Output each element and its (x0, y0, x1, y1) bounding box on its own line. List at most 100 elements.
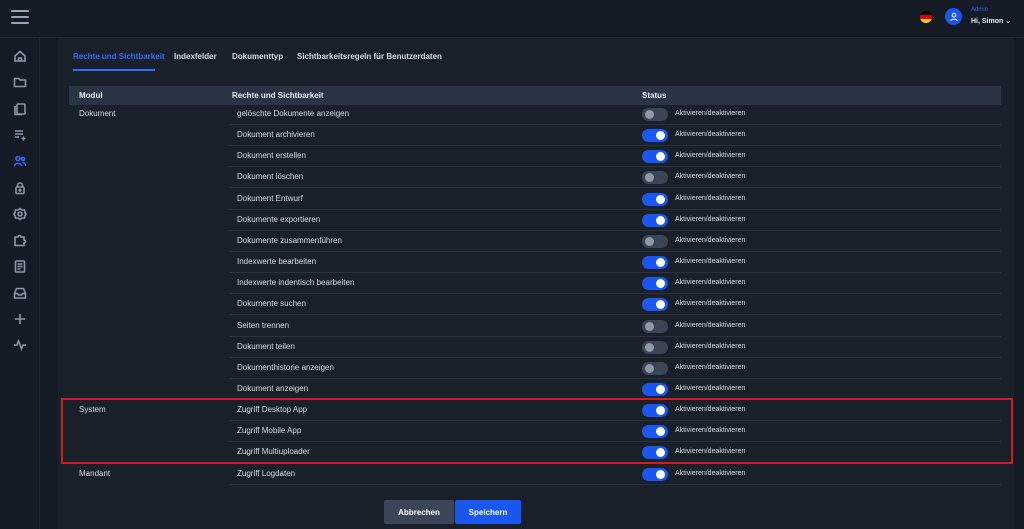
status-toggle[interactable] (642, 234, 668, 248)
table-row: Dokument Entwurf Aktivieren/deaktivieren (69, 189, 1001, 210)
table-row: Dokumenthistorie anzeigen Aktivieren/deak… (69, 358, 1001, 379)
right-cell: gelöschte Dokumente anzeigen (237, 109, 350, 118)
activity-icon[interactable] (12, 337, 28, 353)
right-cell: Dokumente zusammenführen (237, 235, 342, 245)
toggle-knob (656, 152, 665, 162)
toggle-label: Aktivieren/deaktivieren (675, 152, 746, 160)
status-toggle[interactable] (642, 213, 668, 227)
module-cell: Dokument (79, 109, 116, 118)
table-header: Modul Rechte und Sichtbarkeit Status (69, 86, 1001, 105)
header-module: Modul (79, 91, 103, 100)
tab-1[interactable]: Rechte und Sichtbarkeit (73, 52, 165, 61)
toggle-label: Aktivieren/deaktivieren (675, 469, 746, 477)
list-add-icon[interactable] (12, 127, 28, 143)
documents-icon[interactable] (12, 101, 28, 117)
right-cell: Dokumente exportieren (237, 214, 321, 224)
status-toggle[interactable] (642, 192, 668, 206)
right-cell: Dokument anzeigen (237, 383, 309, 393)
table-row: Dokument archivieren Aktivieren/deaktivie… (69, 125, 1001, 147)
chevron-down-icon: ⌄ (1005, 18, 1012, 25)
toggle-label: Aktivieren/deaktivieren (675, 131, 746, 139)
inbox-icon[interactable] (12, 285, 28, 301)
clipboard-icon[interactable] (12, 258, 28, 274)
module-cell: Mandant (79, 468, 111, 478)
toggle-knob (656, 131, 665, 141)
table-row: Mandant Zugriff Logdaten Aktivieren/deakti… (69, 464, 1001, 485)
save-button[interactable]: Speichern (455, 500, 521, 524)
table-row: Dokument erstellen Aktivieren/deaktiviere… (69, 146, 1001, 168)
toggle-knob (656, 194, 665, 204)
right-cell: Indexwerte bearbeiten (237, 257, 317, 267)
status-toggle[interactable] (642, 319, 668, 333)
right-cell: Dokumenthistorie anzeigen (237, 362, 334, 372)
table-row: Dokumente exportieren Aktivieren/deaktivi… (69, 210, 1001, 231)
status-toggle[interactable] (642, 256, 668, 270)
right-cell: Dokument erstellen (237, 151, 306, 161)
status-toggle[interactable] (642, 129, 668, 143)
status-toggle[interactable] (642, 108, 668, 121)
toggle-label: Aktivieren/deaktivieren (675, 215, 746, 223)
puzzle-icon[interactable] (12, 232, 28, 248)
right-cell: Dokument teilen (237, 341, 295, 351)
status-toggle[interactable] (642, 150, 668, 164)
toggle-knob (645, 321, 654, 331)
status-toggle[interactable] (642, 298, 668, 312)
toggle-knob (645, 342, 654, 352)
sidebar (0, 38, 40, 529)
row-divider (229, 483, 1001, 485)
user-role: Admin (971, 7, 989, 13)
toggle-label: Aktivieren/deaktivieren (675, 236, 746, 244)
toggle-label: Aktivieren/deaktivieren (675, 173, 746, 181)
toggle-label: Aktivieren/deaktivieren (675, 384, 746, 392)
table-row: Dokument löschen Aktivieren/deaktivieren (69, 167, 1001, 189)
toggle-label: Aktivieren/deaktivieren (675, 258, 746, 266)
table-row: Dokument gelöschte Dokumente anzeigen Akti… (69, 104, 1001, 125)
status-toggle[interactable] (642, 361, 668, 375)
toggle-knob (656, 469, 665, 479)
toggle-knob (645, 173, 654, 183)
status-toggle[interactable] (642, 382, 668, 396)
tab-4[interactable]: Sichtbarkeitsregeln für Benutzerdaten (297, 52, 442, 61)
toggle-label: Aktivieren/deaktivieren (675, 110, 746, 117)
avatar[interactable] (945, 8, 962, 25)
toggle-knob (645, 110, 654, 119)
toggle-knob (656, 300, 665, 310)
status-toggle[interactable] (642, 277, 668, 291)
table-row: Dokumente zusammenführen Aktivieren/deakt… (69, 231, 1001, 252)
toggle-knob (656, 258, 665, 268)
header-status: Status (642, 91, 667, 100)
right-cell: Dokument Entwurf (237, 193, 303, 203)
user-greeting: Hi, Simon (971, 18, 1004, 25)
plus-icon[interactable] (12, 311, 28, 327)
tab-3[interactable]: Dokumenttyp (232, 52, 283, 61)
right-cell: Indexwerte indentisch bearbeiten (237, 278, 355, 288)
hamburger-menu-icon[interactable] (11, 10, 29, 26)
table-row: Indexwerte indentisch bearbeiten Aktivier… (69, 273, 1001, 295)
folder-icon[interactable] (12, 74, 28, 90)
user-menu[interactable]: Hi, Simon ⌄ (971, 17, 1011, 25)
toggle-knob (656, 279, 665, 289)
tab-2[interactable]: Indexfelder (174, 52, 217, 61)
toggle-label: Aktivieren/deaktivieren (675, 194, 746, 202)
toggle-label: Aktivieren/deaktivieren (675, 363, 746, 371)
table-row: Dokument teilen Aktivieren/deaktivieren (69, 337, 1001, 358)
right-cell: Zugriff Logdaten (237, 468, 296, 478)
status-toggle[interactable] (642, 171, 668, 185)
settings-badge-icon[interactable] (12, 206, 28, 222)
german-flag-icon[interactable] (920, 11, 932, 23)
system-highlight-box (61, 398, 1013, 464)
status-toggle[interactable] (642, 467, 668, 481)
cancel-button[interactable]: Abbrechen (384, 500, 454, 524)
lock-icon[interactable] (12, 180, 28, 196)
table-row: Dokument anzeigen Aktivieren/deaktivieren (69, 379, 1001, 400)
toggle-label: Aktivieren/deaktivieren (675, 342, 746, 350)
status-toggle[interactable] (642, 340, 668, 354)
toggle-label: Aktivieren/deaktivieren (675, 279, 746, 287)
table-row: Dokumente suchen Aktivieren/deaktivieren (69, 294, 1001, 316)
top-bar: Admin Hi, Simon ⌄ (0, 0, 1024, 38)
right-cell: Seiten trennen (237, 320, 290, 330)
right-cell: Dokument löschen (237, 172, 304, 182)
users-icon[interactable] (12, 153, 28, 169)
home-icon[interactable] (12, 48, 28, 64)
right-cell: Dokument archivieren (237, 130, 315, 140)
